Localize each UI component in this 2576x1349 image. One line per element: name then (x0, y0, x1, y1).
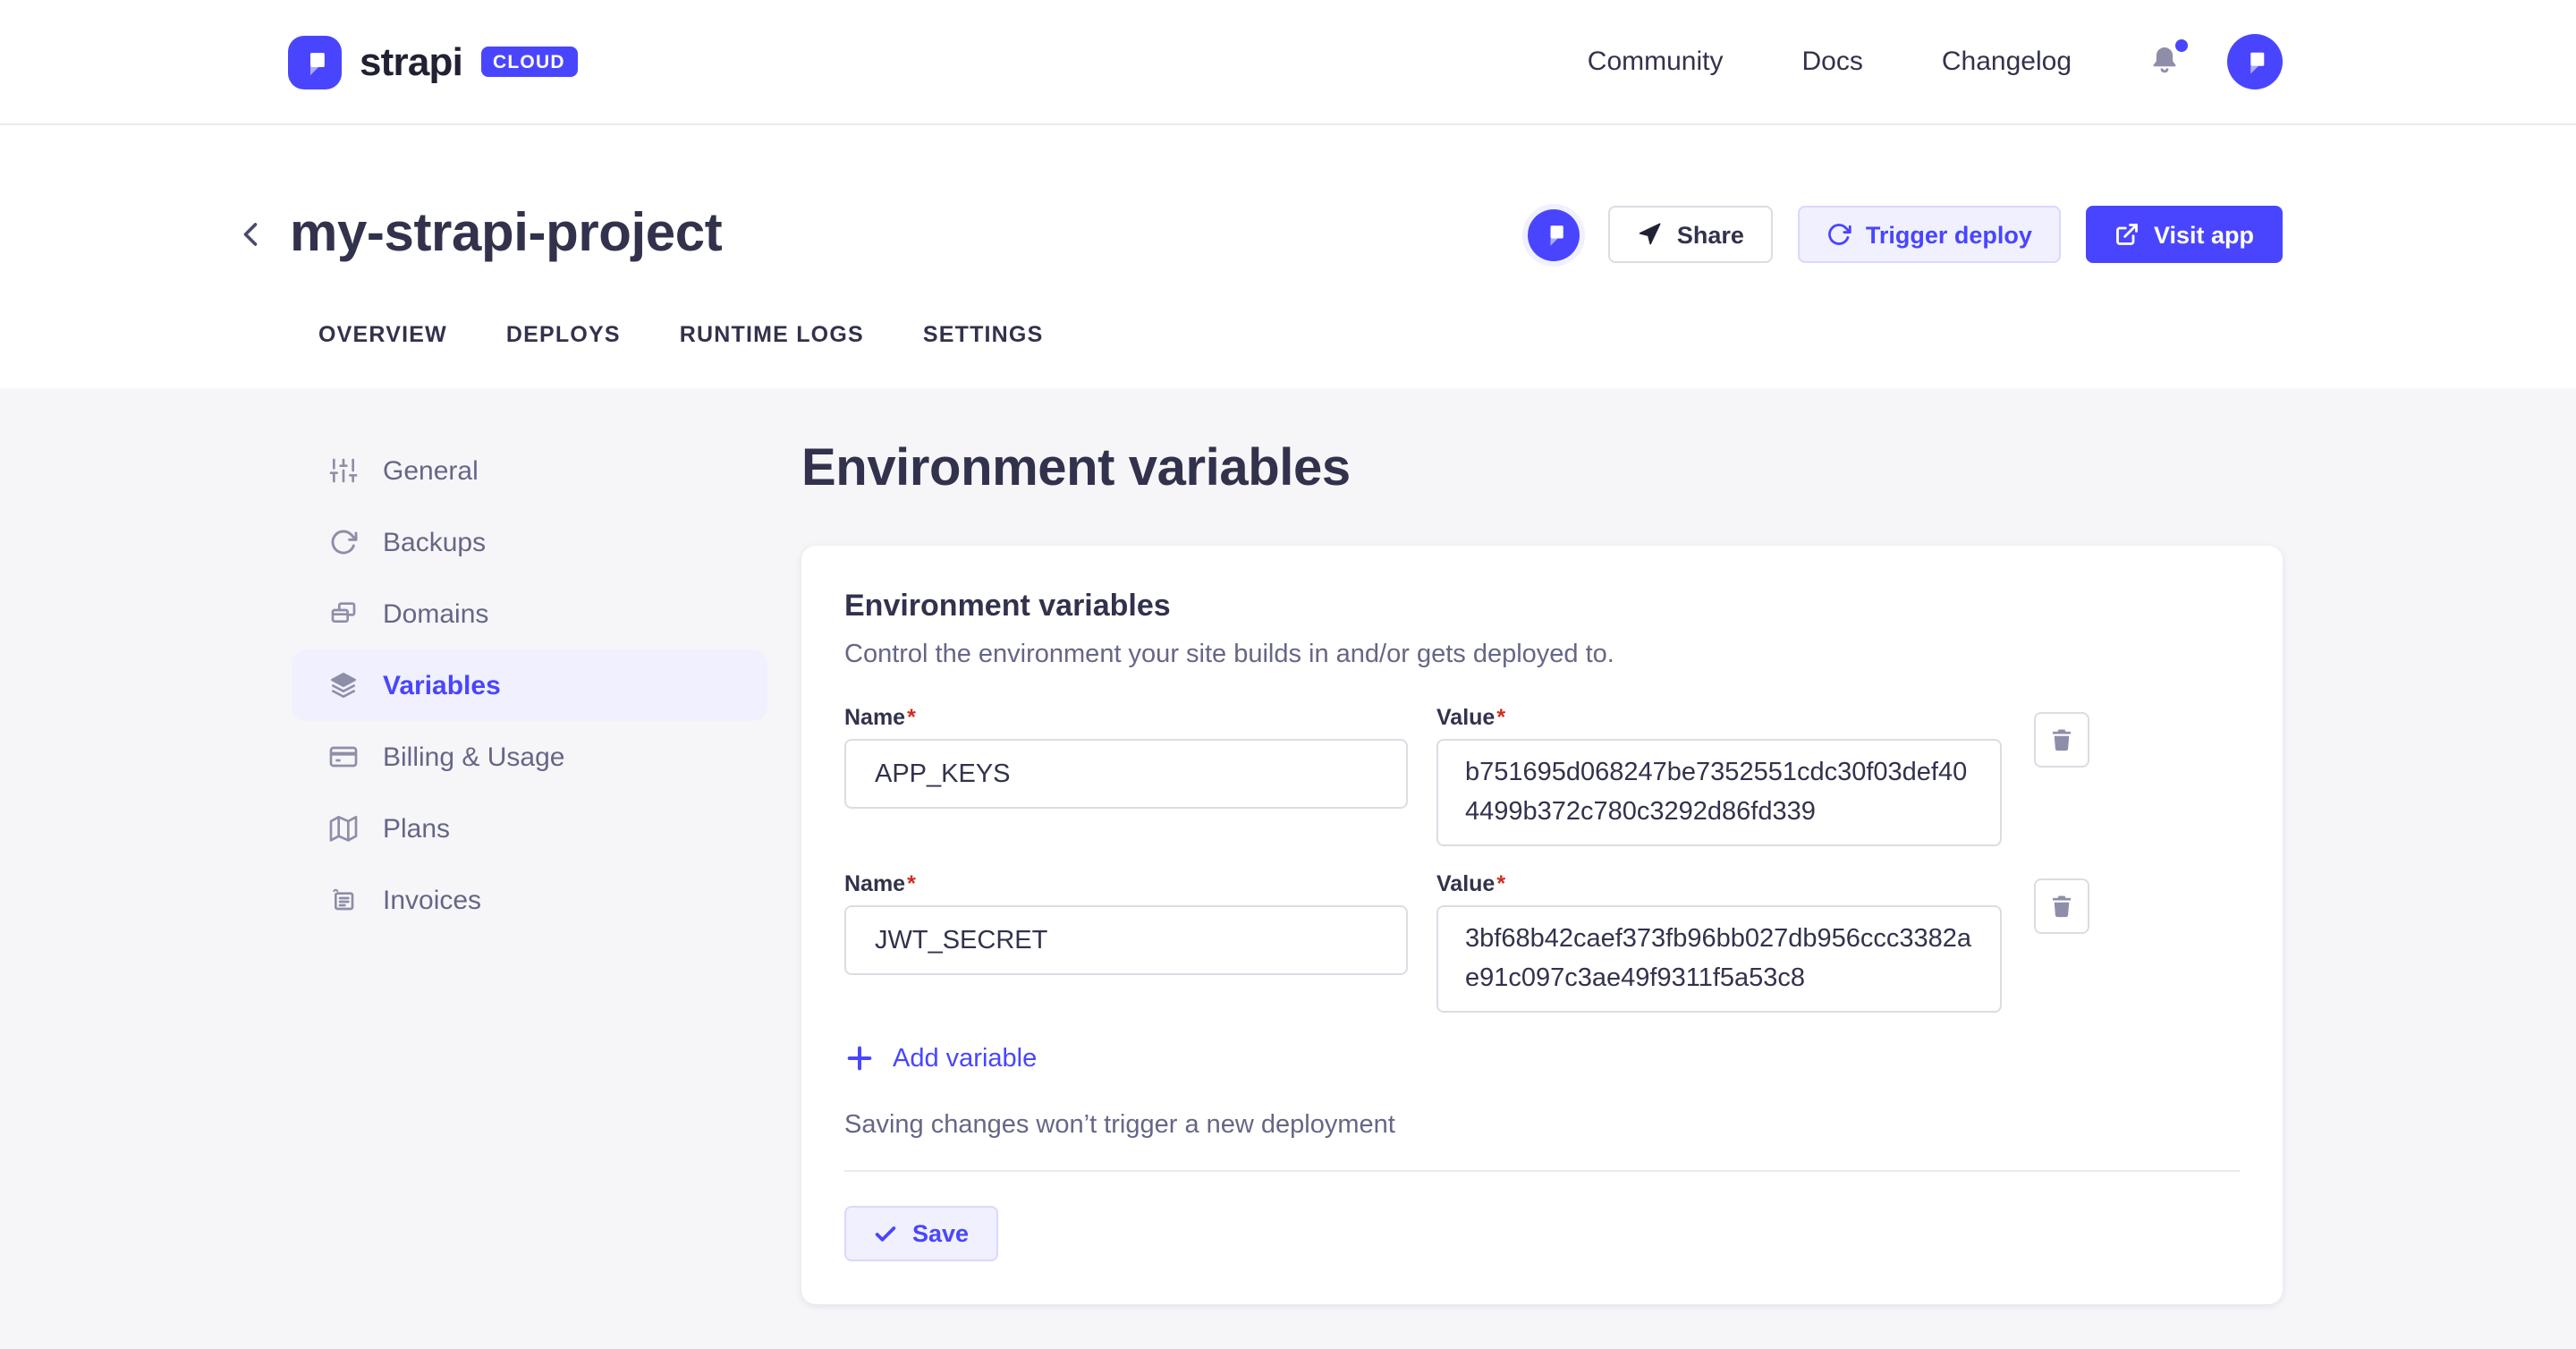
sidebar-item-general[interactable]: General (292, 435, 767, 506)
sidebar-item-label: Backups (383, 527, 486, 557)
tab-deploys[interactable]: DEPLOYS (506, 322, 621, 347)
share-button[interactable]: Share (1609, 206, 1773, 263)
top-nav-links: Community Docs Changelog (1509, 34, 2283, 89)
required-marker: * (907, 705, 916, 730)
sidebar-item-label: Domains (383, 598, 488, 629)
layers-icon (329, 671, 358, 700)
project-actions: Share Trigger deploy Visit app (1529, 206, 2283, 263)
name-label: Name* (844, 871, 1408, 896)
variables-main-panel: Environment variables Environment variab… (801, 433, 2283, 1304)
refresh-icon (329, 528, 358, 556)
project-header: my-strapi-project Share Trigger deploy (0, 125, 2576, 388)
check-icon (873, 1221, 898, 1246)
sidebar-item-variables[interactable]: Variables (292, 649, 767, 721)
page-title: Environment variables (801, 440, 2283, 499)
name-label: Name* (844, 705, 1408, 730)
trigger-deploy-button[interactable]: Trigger deploy (1798, 206, 2061, 263)
sidebar-item-invoices[interactable]: Invoices (292, 864, 767, 936)
sidebar-item-label: Invoices (383, 885, 481, 915)
value-label: Value* (1436, 705, 2002, 730)
required-marker: * (1496, 871, 1505, 896)
save-button[interactable]: Save (844, 1206, 997, 1261)
nav-link-community[interactable]: Community (1588, 47, 1724, 77)
sidebar-item-backups[interactable]: Backups (292, 506, 767, 578)
share-button-label: Share (1677, 221, 1744, 248)
name-field-group: Name* (844, 705, 1408, 809)
notifications-bell-icon[interactable] (2147, 42, 2182, 81)
strapi-cloud-app: strapi CLOUD Community Docs Changelog my… (0, 0, 2576, 1349)
project-avatar[interactable] (1529, 208, 1580, 260)
trash-icon (2048, 726, 2075, 753)
tab-settings[interactable]: SETTINGS (923, 322, 1044, 347)
name-field-group: Name* (844, 871, 1408, 975)
environment-variables-card: Environment variables Control the enviro… (801, 546, 2283, 1304)
invoice-icon (329, 886, 358, 914)
value-label: Value* (1436, 871, 2002, 896)
tab-overview[interactable]: OVERVIEW (318, 322, 447, 347)
sidebar-item-label: Variables (383, 670, 501, 700)
required-marker: * (1496, 705, 1505, 730)
nav-link-docs[interactable]: Docs (1802, 47, 1863, 77)
add-variable-label: Add variable (893, 1044, 1037, 1073)
tab-runtime-logs[interactable]: RUNTIME LOGS (680, 322, 864, 347)
variable-name-input[interactable] (844, 905, 1408, 975)
add-variable-button[interactable]: Add variable (844, 1043, 1037, 1073)
variable-row: Name* Value* 3bf68b42caef373fb96bb027db9… (844, 871, 2240, 1013)
visit-app-label: Visit app (2154, 221, 2254, 248)
save-note: Saving changes won’t trigger a new deplo… (844, 1111, 2240, 1140)
card-divider (844, 1170, 2240, 1172)
required-marker: * (907, 871, 916, 896)
back-button[interactable] (229, 213, 272, 256)
screen: strapi CLOUD Community Docs Changelog my… (0, 0, 2576, 1349)
value-field-group: Value* b751695d068247be7352551cdc30f03de… (1436, 705, 2002, 846)
notification-dot (2175, 38, 2188, 51)
settings-sidebar: General Backups Domains Variables (292, 435, 767, 936)
card-title: Environment variables (844, 589, 2240, 624)
sidebar-item-label: Billing & Usage (383, 742, 564, 772)
sliders-icon (329, 456, 358, 485)
send-icon (1638, 222, 1663, 247)
strapi-logo-icon (288, 35, 342, 89)
variable-name-input[interactable] (844, 739, 1408, 809)
variable-value-input[interactable]: 3bf68b42caef373fb96bb027db956ccc3382ae91… (1436, 905, 2002, 1013)
trash-icon (2048, 893, 2075, 920)
variable-value-input[interactable]: b751695d068247be7352551cdc30f03def404499… (1436, 739, 2002, 846)
save-button-label: Save (912, 1220, 969, 1247)
brand-wordmark: strapi (360, 38, 462, 85)
sidebar-item-label: General (383, 455, 479, 486)
refresh-icon (1826, 222, 1852, 247)
project-title: my-strapi-project (290, 204, 722, 265)
external-link-icon (2114, 222, 2140, 247)
project-title-row: my-strapi-project Share Trigger deploy (288, 125, 2283, 265)
user-avatar[interactable] (2227, 34, 2283, 89)
plus-icon (844, 1043, 875, 1073)
nav-link-changelog[interactable]: Changelog (1942, 47, 2072, 77)
strapi-cloud-logo[interactable]: strapi CLOUD (288, 35, 578, 89)
visit-app-button[interactable]: Visit app (2086, 206, 2283, 263)
project-tabs: OVERVIEW DEPLOYS RUNTIME LOGS SETTINGS (318, 322, 2283, 388)
value-field-group: Value* 3bf68b42caef373fb96bb027db956ccc3… (1436, 871, 2002, 1013)
cloud-badge: CLOUD (480, 47, 578, 77)
trigger-deploy-label: Trigger deploy (1866, 221, 2032, 248)
card-description: Control the environment your site builds… (844, 641, 2240, 669)
settings-content: General Backups Domains Variables (0, 388, 2576, 1304)
sidebar-item-domains[interactable]: Domains (292, 578, 767, 649)
map-icon (329, 814, 358, 843)
delete-variable-button[interactable] (2034, 878, 2089, 934)
sidebar-item-billing-usage[interactable]: Billing & Usage (292, 721, 767, 793)
browser-windows-icon (329, 599, 358, 628)
credit-card-icon (329, 742, 358, 771)
variable-row: Name* Value* b751695d068247be7352551cdc3… (844, 705, 2240, 846)
top-navigation-bar: strapi CLOUD Community Docs Changelog (0, 0, 2576, 125)
variable-rows: Name* Value* b751695d068247be7352551cdc3… (844, 705, 2240, 1013)
sidebar-item-label: Plans (383, 813, 450, 844)
delete-variable-button[interactable] (2034, 712, 2089, 768)
sidebar-item-plans[interactable]: Plans (292, 793, 767, 864)
